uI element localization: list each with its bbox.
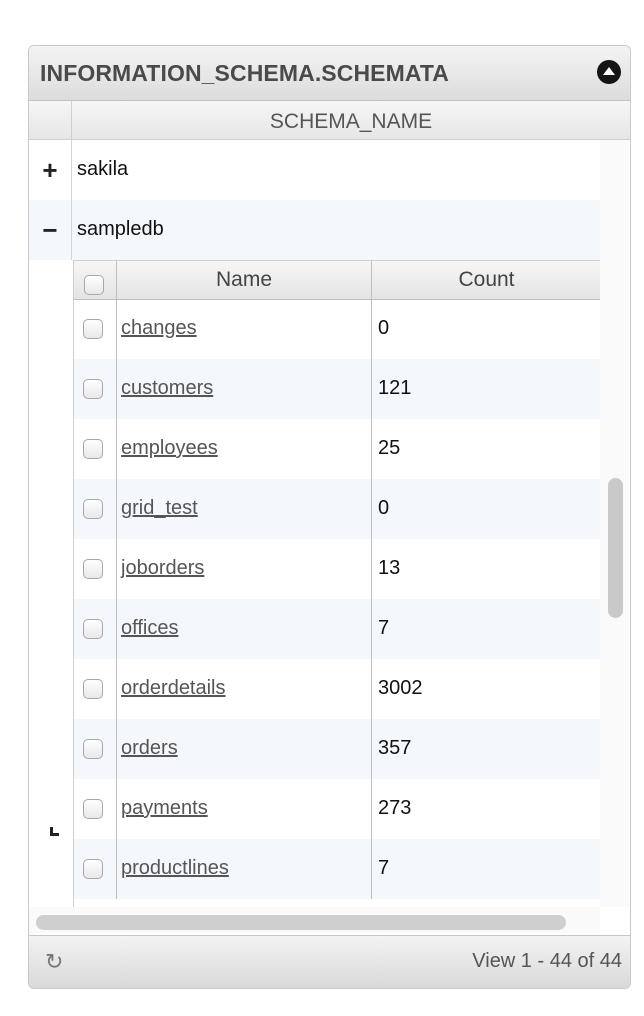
refresh-icon[interactable]: ↻	[45, 949, 63, 975]
row-checkbox[interactable]	[83, 859, 103, 879]
column-header-name[interactable]: Name	[117, 261, 372, 299]
table-row[interactable]: employees 25	[74, 419, 600, 479]
column-header-schema-name[interactable]: SCHEMA_NAME	[72, 110, 630, 134]
pager-bar: ↻ View 1 - 44 of 44	[29, 935, 630, 988]
table-link[interactable]: orderdetails	[121, 677, 226, 700]
name-cell: orders	[117, 719, 372, 779]
grid-title: INFORMATION_SCHEMA.SCHEMATA	[40, 60, 450, 86]
row-checkbox-cell	[74, 479, 117, 539]
expand-icon[interactable]: +	[29, 140, 72, 200]
row-checkbox[interactable]	[83, 679, 103, 699]
table-row[interactable]: productlines 7	[74, 839, 600, 899]
name-cell: customers	[117, 359, 372, 419]
count-cell: 13	[378, 557, 401, 579]
column-header-row: SCHEMA_NAME	[29, 101, 630, 140]
table-row[interactable]: changes 0	[74, 299, 600, 359]
row-checkbox-cell	[74, 839, 117, 899]
row-checkbox-cell	[74, 359, 117, 419]
horizontal-scrollbar[interactable]	[29, 907, 600, 933]
table-link[interactable]: employees	[121, 437, 218, 460]
schema-row[interactable]: − sampledb	[29, 200, 600, 260]
row-checkbox[interactable]	[83, 619, 103, 639]
count-cell: 357	[378, 737, 412, 759]
column-header-count[interactable]: Count	[372, 261, 600, 299]
table-row[interactable]: offices 7	[74, 599, 600, 659]
name-cell: payments	[117, 779, 372, 839]
table-row[interactable]: grid_test 0	[74, 479, 600, 539]
name-cell: employees	[117, 419, 372, 479]
name-cell: grid_test	[117, 479, 372, 539]
schema-name: sampledb	[77, 218, 164, 240]
row-checkbox[interactable]	[83, 379, 103, 399]
record-count-text: View 1 - 44 of 44	[472, 950, 622, 972]
header-gutter	[29, 101, 72, 139]
table-link[interactable]: offices	[121, 617, 178, 640]
name-cell: productlines	[117, 839, 372, 899]
grid-body: + sakila − sampledb Name Count changes 0	[29, 140, 600, 907]
tree-corner-icon	[50, 827, 59, 836]
name-cell: orderdetails	[117, 659, 372, 719]
row-checkbox[interactable]	[83, 799, 103, 819]
name-cell: changes	[117, 299, 372, 359]
schema-row[interactable]: + sakila	[29, 140, 600, 200]
count-cell: 121	[378, 377, 412, 399]
horizontal-scrollbar-thumb[interactable]	[36, 915, 566, 930]
count-cell: 7	[378, 857, 390, 879]
count-cell: 0	[378, 317, 390, 339]
row-checkbox[interactable]	[83, 739, 103, 759]
vertical-scrollbar-thumb[interactable]	[608, 478, 623, 618]
subgrid-header: Name Count	[74, 260, 600, 300]
grid-titlebar: INFORMATION_SCHEMA.SCHEMATA	[29, 46, 630, 101]
row-checkbox-cell	[74, 299, 117, 359]
table-row[interactable]: joborders 13	[74, 539, 600, 599]
count-cell: 273	[378, 797, 412, 819]
schema-name: sakila	[77, 158, 129, 180]
table-link[interactable]: productlines	[121, 857, 229, 880]
row-checkbox-cell	[74, 719, 117, 779]
table-link[interactable]: joborders	[121, 557, 204, 580]
table-row[interactable]: orderdetails 3002	[74, 659, 600, 719]
select-all-cell	[74, 261, 117, 299]
row-checkbox-cell	[74, 539, 117, 599]
table-link[interactable]: customers	[121, 377, 213, 400]
row-checkbox[interactable]	[83, 499, 103, 519]
select-all-checkbox[interactable]	[84, 275, 104, 295]
schemata-grid: INFORMATION_SCHEMA.SCHEMATA SCHEMA_NAME …	[28, 45, 631, 989]
table-link[interactable]: payments	[121, 797, 208, 820]
table-link[interactable]: changes	[121, 317, 197, 340]
row-checkbox-cell	[74, 779, 117, 839]
row-checkbox-cell	[74, 659, 117, 719]
count-cell: 7	[378, 617, 390, 639]
row-checkbox[interactable]	[83, 439, 103, 459]
row-checkbox-cell	[74, 599, 117, 659]
collapse-grid-icon[interactable]	[597, 60, 621, 84]
table-link[interactable]: grid_test	[121, 497, 198, 520]
name-cell: offices	[117, 599, 372, 659]
count-cell: 0	[378, 497, 390, 519]
count-cell: 25	[378, 437, 401, 459]
row-checkbox[interactable]	[83, 559, 103, 579]
table-row[interactable]: orders 357	[74, 719, 600, 779]
count-cell: 3002	[378, 677, 423, 699]
table-row[interactable]: payments 273	[74, 779, 600, 839]
table-link[interactable]: orders	[121, 737, 178, 760]
row-checkbox-cell	[74, 419, 117, 479]
table-row[interactable]: customers 121	[74, 359, 600, 419]
collapse-icon[interactable]: −	[29, 200, 72, 260]
row-checkbox[interactable]	[83, 319, 103, 339]
name-cell: joborders	[117, 539, 372, 599]
subgrid-tables: Name Count changes 0 customers 121 emplo…	[73, 260, 600, 907]
